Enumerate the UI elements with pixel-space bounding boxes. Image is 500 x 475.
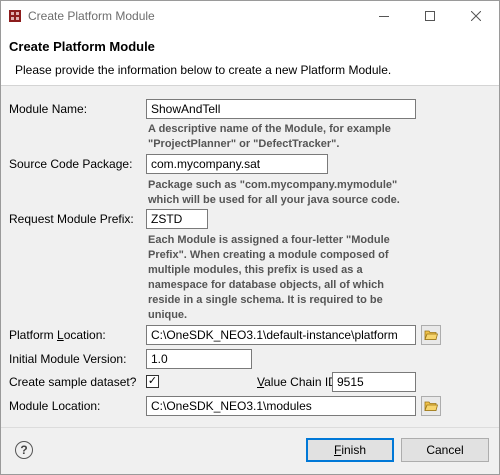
request-module-prefix-label: Request Module Prefix: <box>9 212 134 226</box>
maximize-button[interactable] <box>407 1 453 31</box>
platform-location-label-pre: Platform <box>9 328 58 342</box>
module-location-input[interactable] <box>146 396 416 416</box>
platform-location-label-accel: L <box>57 328 64 342</box>
module-location-label: Module Location: <box>9 399 101 413</box>
module-name-input[interactable] <box>146 99 416 119</box>
folder-icon <box>424 330 438 340</box>
finish-button[interactable]: Finish <box>306 438 394 462</box>
maximize-icon <box>425 11 435 21</box>
create-sample-dataset-label: Create sample dataset? <box>9 375 137 389</box>
dialog-footer: ? Finish Cancel <box>1 427 499 474</box>
help-icon[interactable]: ? <box>15 441 33 459</box>
minimize-icon <box>379 16 389 17</box>
eclipse-app-icon <box>9 10 21 22</box>
module-name-label: Module Name: <box>9 102 88 116</box>
platform-location-browse-button[interactable] <box>421 325 441 345</box>
cancel-button[interactable]: Cancel <box>401 438 489 462</box>
source-code-package-input[interactable] <box>146 154 328 174</box>
minimize-button[interactable] <box>361 1 407 31</box>
close-button[interactable] <box>453 1 499 31</box>
platform-location-label: Platform Location: <box>9 328 106 342</box>
request-module-prefix-input[interactable] <box>146 209 208 229</box>
source-code-package-hint: Package such as "com.mycompany.mymodule"… <box>148 179 400 206</box>
title-bar: Create Platform Module <box>1 1 499 31</box>
request-module-prefix-hint: Each Module is assigned a four-letter "M… <box>148 234 390 321</box>
header-title: Create Platform Module <box>9 39 155 54</box>
platform-location-label-post: ocation: <box>63 328 106 342</box>
header-description: Please provide the information below to … <box>15 63 392 77</box>
finish-button-label: inish <box>341 443 367 457</box>
value-chain-id-label: Value Chain ID: <box>257 375 340 389</box>
source-code-package-label: Source Code Package: <box>9 157 133 171</box>
value-chain-id-label-post: alue Chain ID: <box>264 375 341 389</box>
window-title: Create Platform Module <box>28 9 155 23</box>
dialog-window: Create Platform Module Create Platform M… <box>0 0 500 475</box>
value-chain-id-input[interactable] <box>332 372 416 392</box>
wizard-header: Create Platform Module Please provide th… <box>1 31 499 86</box>
module-name-hint: A descriptive name of the Module, for ex… <box>148 123 391 150</box>
checkmark-icon: ✓ <box>147 375 158 387</box>
initial-module-version-label: Initial Module Version: <box>9 352 127 366</box>
form-area: Module Name: A descriptive name of the M… <box>1 87 499 427</box>
initial-module-version-input[interactable] <box>146 349 252 369</box>
folder-icon <box>424 401 438 411</box>
platform-location-input[interactable] <box>146 325 416 345</box>
module-location-browse-button[interactable] <box>421 396 441 416</box>
finish-button-accel: F <box>333 443 342 457</box>
close-icon <box>471 11 481 21</box>
create-sample-dataset-checkbox[interactable]: ✓ <box>146 375 159 388</box>
